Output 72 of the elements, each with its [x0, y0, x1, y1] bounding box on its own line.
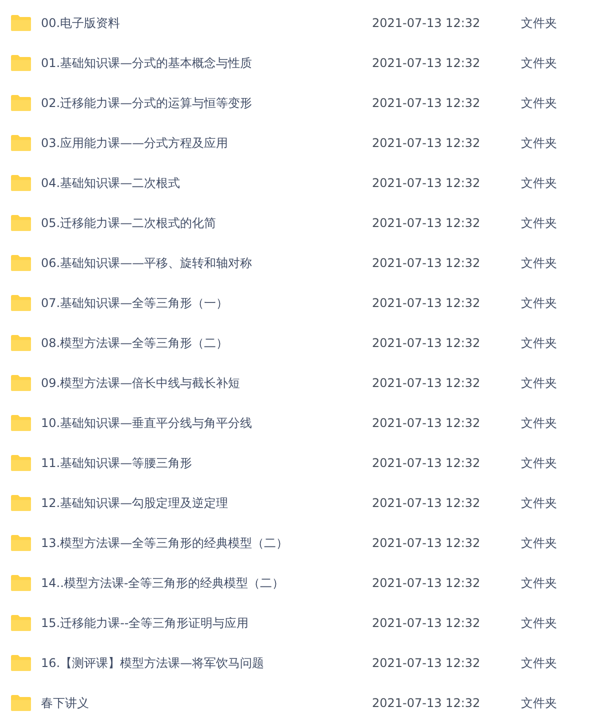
folder-icon [10, 374, 32, 392]
file-type: 文件夹 [521, 414, 558, 432]
file-type: 文件夹 [521, 174, 558, 192]
modified-date: 2021-07-13 12:32 [372, 616, 482, 630]
file-name[interactable]: 13.模型方法课—全等三角形的经典模型（二） [41, 534, 372, 552]
folder-icon [10, 94, 32, 112]
file-type: 文件夹 [521, 54, 558, 72]
file-type: 文件夹 [521, 374, 558, 392]
modified-date: 2021-07-13 12:32 [372, 696, 482, 710]
file-name[interactable]: 05.迁移能力课—二次根式的化简 [41, 214, 372, 232]
file-name[interactable]: 11.基础知识课—等腰三角形 [41, 454, 372, 472]
file-name[interactable]: 04.基础知识课—二次根式 [41, 174, 372, 192]
folder-icon [10, 574, 32, 592]
file-name[interactable]: 15.迁移能力课--全等三角形证明与应用 [41, 614, 372, 632]
file-type: 文件夹 [521, 94, 558, 112]
file-type: 文件夹 [521, 574, 558, 592]
file-type: 文件夹 [521, 134, 558, 152]
file-name[interactable]: 09.模型方法课—倍长中线与截长补短 [41, 374, 372, 392]
file-type: 文件夹 [521, 654, 558, 672]
folder-icon [10, 654, 32, 672]
modified-date: 2021-07-13 12:32 [372, 496, 482, 510]
folder-icon [10, 14, 32, 32]
modified-date: 2021-07-13 12:32 [372, 96, 482, 110]
modified-date: 2021-07-13 12:32 [372, 336, 482, 350]
modified-date: 2021-07-13 12:32 [372, 536, 482, 550]
folder-icon [10, 294, 32, 312]
folder-icon [10, 454, 32, 472]
modified-date: 2021-07-13 12:32 [372, 456, 482, 470]
modified-date: 2021-07-13 12:32 [372, 576, 482, 590]
folder-icon [10, 174, 32, 192]
modified-date: 2021-07-13 12:32 [372, 136, 482, 150]
file-type: 文件夹 [521, 534, 558, 552]
file-type: 文件夹 [521, 334, 558, 352]
folder-icon [10, 134, 32, 152]
modified-date: 2021-07-13 12:32 [372, 656, 482, 670]
file-type: 文件夹 [521, 494, 558, 512]
folder-icon [10, 534, 32, 552]
file-type: 文件夹 [521, 694, 558, 712]
folder-icon [10, 694, 32, 712]
file-name[interactable]: 03.应用能力课——分式方程及应用 [41, 134, 372, 152]
folder-icon [10, 334, 32, 352]
folder-icon [10, 254, 32, 272]
folder-icon [10, 214, 32, 232]
file-name[interactable]: 08.模型方法课—全等三角形（二） [41, 334, 372, 352]
file-type: 文件夹 [521, 454, 558, 472]
file-type: 文件夹 [521, 294, 558, 312]
file-name[interactable]: 春下讲义 [41, 694, 372, 712]
modified-date: 2021-07-13 12:32 [372, 176, 482, 190]
file-name[interactable]: 02.迁移能力课—分式的运算与恒等变形 [41, 94, 372, 112]
modified-date: 2021-07-13 12:32 [372, 16, 482, 30]
file-name[interactable]: 10.基础知识课—垂直平分线与角平分线 [41, 414, 372, 432]
file-type: 文件夹 [521, 14, 558, 32]
modified-date: 2021-07-13 12:32 [372, 216, 482, 230]
file-type: 文件夹 [521, 254, 558, 272]
file-name[interactable]: 07.基础知识课—全等三角形（一） [41, 294, 372, 312]
folder-icon [10, 414, 32, 432]
file-name[interactable]: 06.基础知识课——平移、旋转和轴对称 [41, 254, 372, 272]
folder-icon [10, 494, 32, 512]
file-name[interactable]: 16.【测评课】模型方法课—将军饮马问题 [41, 654, 372, 672]
file-name[interactable]: 01.基础知识课—分式的基本概念与性质 [41, 54, 372, 72]
file-type: 文件夹 [521, 214, 558, 232]
modified-date: 2021-07-13 12:32 [372, 376, 482, 390]
modified-date: 2021-07-13 12:32 [372, 296, 482, 310]
folder-icon [10, 614, 32, 632]
folder-icon [10, 54, 32, 72]
file-type: 文件夹 [521, 614, 558, 632]
modified-date: 2021-07-13 12:32 [372, 56, 482, 70]
modified-date: 2021-07-13 12:32 [372, 416, 482, 430]
modified-date: 2021-07-13 12:32 [372, 256, 482, 270]
file-name[interactable]: 12.基础知识课—勾股定理及逆定理 [41, 494, 372, 512]
file-name[interactable]: 00.电子版资料 [41, 14, 372, 32]
file-name[interactable]: 14..模型方法课-全等三角形的经典模型（二） [41, 574, 372, 592]
